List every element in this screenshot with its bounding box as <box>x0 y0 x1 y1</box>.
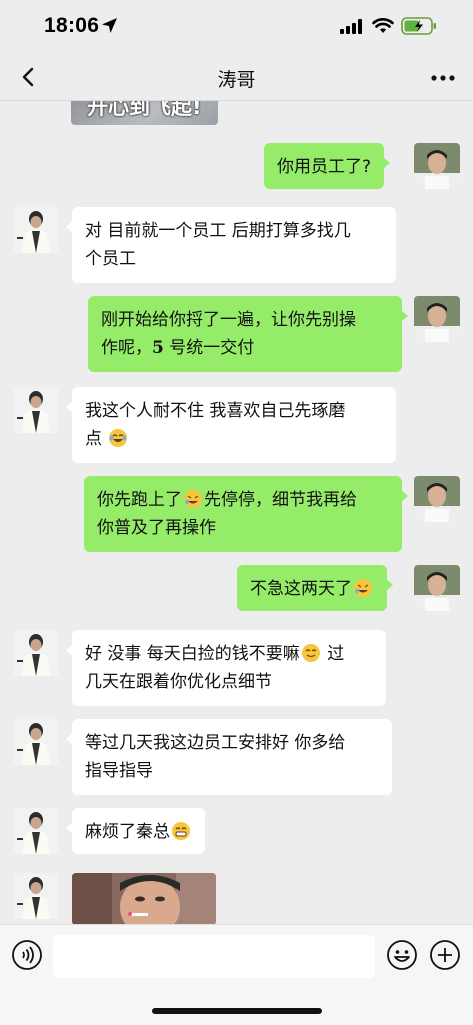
message-bubble[interactable]: 你先跑上了 先停停，细节我再给 你普及了再操作 <box>84 476 408 552</box>
sticker-image[interactable] <box>72 873 216 924</box>
voice-icon[interactable] <box>11 939 43 971</box>
chat-title: 涛哥 <box>217 69 256 91</box>
emoji-icon[interactable] <box>386 939 418 971</box>
message-text: 你先跑上了 先停停，细节我再给 <box>97 490 357 510</box>
avatar[interactable] <box>13 630 59 676</box>
message-text: 等过几天我这边员工安排好 你多给 <box>85 733 346 753</box>
message-text: 麻烦了秦总 <box>85 822 170 842</box>
message-bubble[interactable]: 对 目前就一个员工 后期打算多找几 个员工 <box>66 207 396 283</box>
grinning-emoji-icon <box>172 822 190 840</box>
more-dots-icon[interactable] <box>427 64 459 92</box>
avatar[interactable] <box>414 476 460 522</box>
message-text: 好 没事 每天白捡的钱不要嘛 过 <box>85 644 345 664</box>
home-indicator <box>152 1008 322 1014</box>
image-caption: 开心到飞起! <box>87 101 202 119</box>
message-text: 你用员工了? <box>277 157 372 177</box>
message-input[interactable] <box>53 935 375 978</box>
wifi-icon <box>372 18 394 33</box>
battery-icon <box>401 17 436 35</box>
message-bubble[interactable]: 好 没事 每天白捡的钱不要嘛 过 几天在跟着你优化点细节 <box>66 630 386 706</box>
tears-of-joy-emoji-icon <box>109 429 128 447</box>
message-bubble[interactable]: 你用员工了? <box>264 143 391 189</box>
smiling-emoji-icon <box>301 644 320 662</box>
message-text: 指导指导 <box>85 761 153 781</box>
signal-icon <box>340 19 362 34</box>
message-text: 几天在跟着你优化点细节 <box>85 672 272 692</box>
message-bubble[interactable]: 不急这两天了 <box>237 565 393 611</box>
message-bubble[interactable]: 刚开始给你捋了一遍，让你先别操 作呢，5 号统一交付 <box>88 296 408 372</box>
avatar[interactable] <box>13 387 59 433</box>
avatar[interactable] <box>13 873 59 919</box>
avatar[interactable] <box>414 565 460 611</box>
avatar[interactable] <box>414 296 460 342</box>
message-text: 刚开始给你捋了一遍，让你先别操 <box>101 310 356 330</box>
status-bar: 18:06 <box>0 0 473 56</box>
message-text: 不急这两天了 <box>250 579 352 599</box>
message-bubble[interactable]: 等过几天我这边员工安排好 你多给 指导指导 <box>66 719 392 795</box>
plus-icon[interactable] <box>429 939 461 971</box>
image-message[interactable]: 开心到飞起! <box>71 101 218 125</box>
message-text: 对 目前就一个员工 后期打算多找几 <box>85 221 351 241</box>
location-icon <box>102 18 117 33</box>
message-bubble[interactable]: 我这个人耐不住 我喜欢自己先琢磨 点 <box>66 387 396 463</box>
message-text: 我这个人耐不住 我喜欢自己先琢磨 <box>85 401 346 421</box>
avatar[interactable] <box>13 207 59 253</box>
message-text: 你普及了再操作 <box>97 518 216 538</box>
avatar[interactable] <box>414 143 460 189</box>
avatar[interactable] <box>13 719 59 765</box>
message-text: 点 <box>85 425 383 453</box>
avatar[interactable] <box>13 808 59 854</box>
status-time: 18:06 <box>44 14 100 37</box>
rolling-laughing-emoji-icon <box>354 579 372 597</box>
message-list[interactable]: 开心到飞起! 你用员工了? 对 目前就一个员工 后期打算多找几 个员工 刚开始给… <box>0 101 473 924</box>
message-bubble[interactable]: 麻烦了秦总 <box>66 808 205 854</box>
message-text: 个员工 <box>85 249 136 269</box>
rolling-laughing-emoji-icon <box>184 490 202 508</box>
chat-header: 涛哥 <box>0 56 473 101</box>
message-text: 作呢，5 号统一交付 <box>101 338 255 358</box>
